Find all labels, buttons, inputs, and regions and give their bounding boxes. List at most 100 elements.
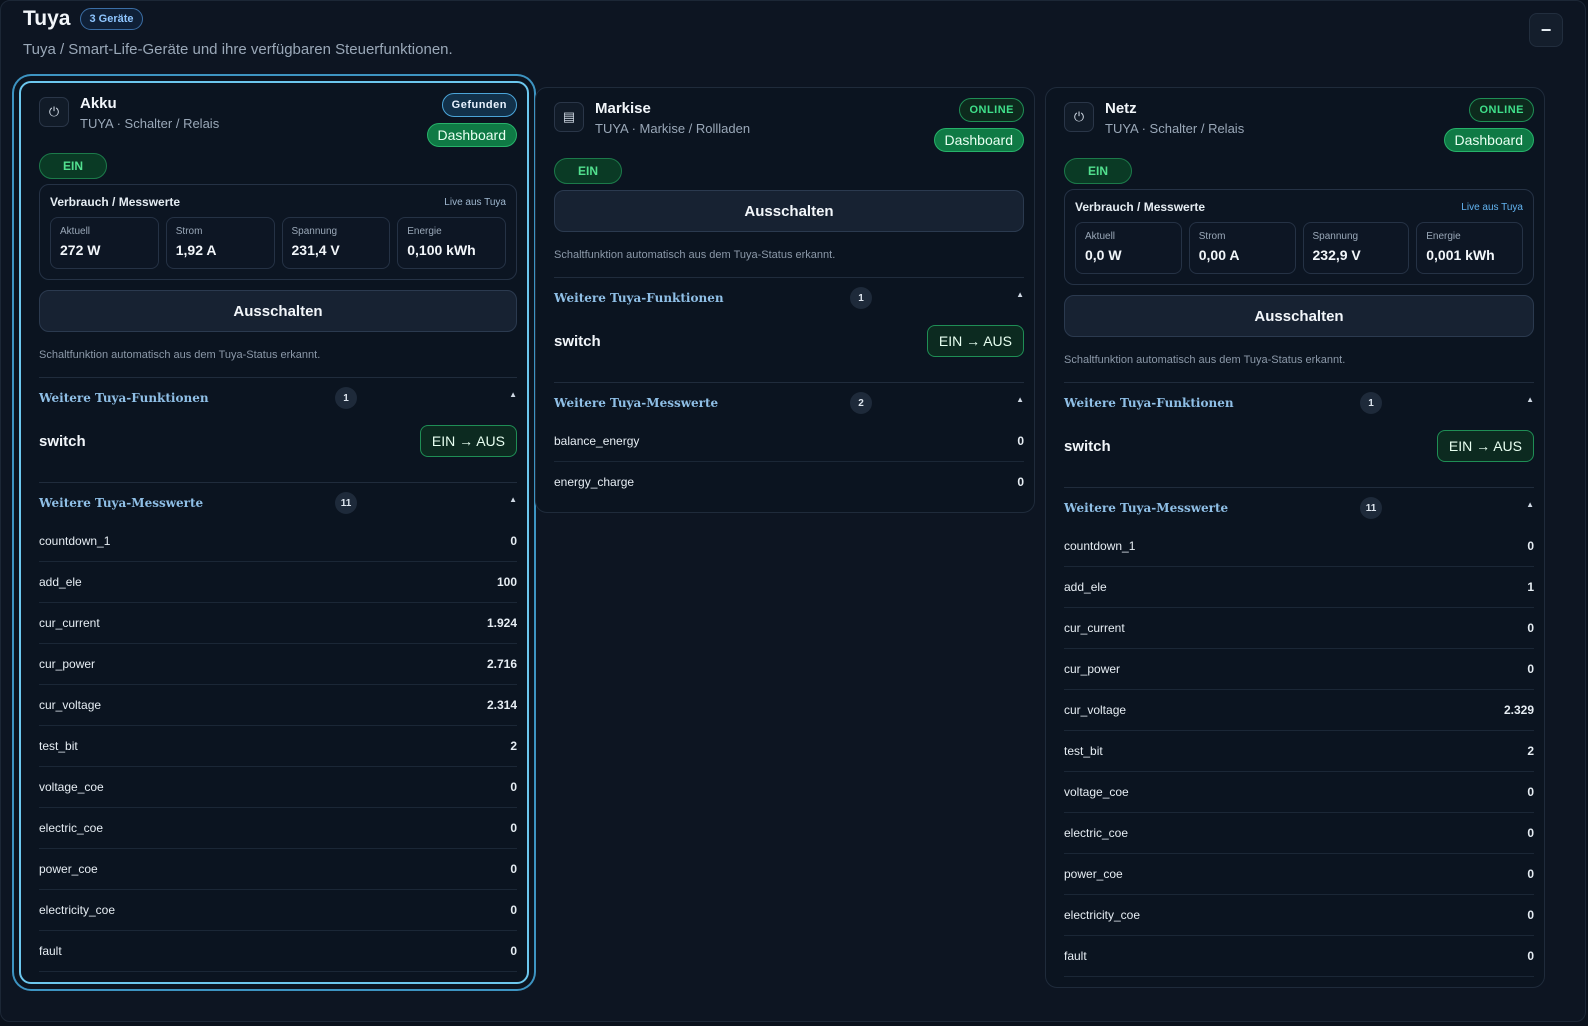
switch-off-button[interactable]: Ausschalten xyxy=(1064,295,1534,337)
value-number: 1.924 xyxy=(486,616,517,630)
value-key: electricity_coe xyxy=(1064,908,1141,922)
meter-label: Energie xyxy=(1426,231,1461,242)
status-badge: ONLINE xyxy=(1469,98,1534,122)
section-title: Weitere Tuya-Messwerte xyxy=(1064,501,1229,515)
list-item: countdown_1 0 xyxy=(1064,526,1534,567)
hint-text: Schaltfunktion automatisch aus dem Tuya-… xyxy=(1064,354,1346,366)
value-number: 0 xyxy=(510,534,517,548)
meter-value: 232,9 V xyxy=(1312,247,1361,263)
function-row: switch EIN → AUS xyxy=(39,416,517,466)
meter-cell-energie: Energie 0,100 kWh xyxy=(397,217,506,269)
value-key: fault xyxy=(1064,949,1087,963)
value-key: cur_voltage xyxy=(39,698,102,712)
meter-value: 0,00 A xyxy=(1198,247,1240,263)
list-item: energy_charge 0 xyxy=(554,462,1024,502)
meter-label: Strom xyxy=(1198,231,1226,242)
chevron-up-icon: ▲ xyxy=(1016,290,1024,299)
list-item: cur_voltage 2.314 xyxy=(39,685,517,726)
list-item: cur_power 2.716 xyxy=(39,644,517,685)
list-item: electricity_coe 0 xyxy=(1064,895,1534,936)
list-item: cur_voltage 2.329 xyxy=(1064,690,1534,731)
list-item: electric_coe 0 xyxy=(1064,813,1534,854)
power-icon: ⏻ xyxy=(39,97,69,127)
list-item: electric_coe 0 xyxy=(39,808,517,849)
list-item: add_ele 100 xyxy=(39,562,517,603)
value-key: test_bit xyxy=(39,739,78,753)
value-key: countdown_1 xyxy=(1064,539,1136,553)
value-key: cur_current xyxy=(1064,621,1125,635)
list-item: countdown_1 0 xyxy=(39,521,517,562)
value-key: cur_voltage xyxy=(1064,703,1127,717)
meter-value: 231,4 V xyxy=(291,242,340,258)
value-number: 0 xyxy=(1527,949,1534,963)
list-item: voltage_coe 0 xyxy=(1064,772,1534,813)
value-number: 1 xyxy=(1527,580,1534,594)
functions-section-toggle[interactable]: Weitere Tuya-Funktionen 1 ▲ xyxy=(39,377,517,409)
tuya-panel: Tuya 3 Geräte Tuya / Smart-Life-Geräte u… xyxy=(0,0,1586,1022)
device-name: Markise xyxy=(595,100,651,117)
device-card-akku[interactable]: ⏻ Akku TUYA · Schalter / Relais Gefunden… xyxy=(19,81,529,984)
meter-value: 1,92 A xyxy=(175,242,217,258)
values-list: balance_energy 0 energy_charge 0 xyxy=(554,421,1024,502)
device-type: TUYA · Schalter / Relais xyxy=(1105,121,1245,136)
dashboard-button[interactable]: Dashboard xyxy=(426,123,517,147)
device-card-netz[interactable]: ⏻ Netz TUYA · Schalter / Relais ONLINE D… xyxy=(1045,87,1545,988)
value-key: cur_power xyxy=(1064,662,1121,676)
value-number: 0 xyxy=(510,780,517,794)
device-name: Netz xyxy=(1105,100,1137,117)
toggle-button[interactable]: EIN → AUS xyxy=(419,425,517,457)
value-key: power_coe xyxy=(1064,867,1123,881)
list-item: test_bit 2 xyxy=(1064,731,1534,772)
values-list: countdown_1 0 add_ele 1 cur_current 0 cur_p… xyxy=(1064,526,1534,977)
function-name: switch xyxy=(39,432,86,450)
value-number: 2 xyxy=(1527,744,1534,758)
switch-off-button[interactable]: Ausschalten xyxy=(39,290,517,332)
section-title: Weitere Tuya-Funktionen xyxy=(39,391,209,405)
chevron-up-icon: ▲ xyxy=(509,495,517,504)
values-section-toggle[interactable]: Weitere Tuya-Messwerte 11 ▲ xyxy=(39,482,517,514)
device-type: TUYA · Markise / Rollladen xyxy=(595,121,751,136)
function-name: switch xyxy=(554,332,601,350)
value-key: add_ele xyxy=(1064,580,1107,594)
chevron-up-icon: ▲ xyxy=(509,390,517,399)
state-pill: EIN xyxy=(554,158,622,184)
section-title: Weitere Tuya-Messwerte xyxy=(39,496,204,510)
value-number: 0 xyxy=(1527,826,1534,840)
value-number: 0 xyxy=(1527,908,1534,922)
value-key: electric_coe xyxy=(1064,826,1129,840)
page-subtitle: Tuya / Smart-Life-Geräte und ihre verfüg… xyxy=(23,41,453,58)
meter-value: 0,0 W xyxy=(1085,247,1122,263)
function-row: switch EIN → AUS xyxy=(554,316,1024,366)
functions-section-toggle[interactable]: Weitere Tuya-Funktionen 1 ▲ xyxy=(1064,382,1534,414)
device-type: TUYA · Schalter / Relais xyxy=(80,116,220,131)
list-item: add_ele 1 xyxy=(1064,567,1534,608)
meter-label: Energie xyxy=(407,226,442,237)
switch-off-button[interactable]: Ausschalten xyxy=(554,190,1024,232)
meter-live-label: Live aus Tuya xyxy=(1461,201,1523,213)
collapse-button[interactable]: − xyxy=(1529,13,1563,47)
list-item: cur_current 0 xyxy=(1064,608,1534,649)
chevron-up-icon: ▲ xyxy=(1016,395,1024,404)
dashboard-button[interactable]: Dashboard xyxy=(933,128,1024,152)
list-item: electricity_coe 0 xyxy=(39,890,517,931)
values-section-toggle[interactable]: Weitere Tuya-Messwerte 2 ▲ xyxy=(554,382,1024,414)
meter-cell-energie: Energie 0,001 kWh xyxy=(1416,222,1523,274)
value-key: add_ele xyxy=(39,575,82,589)
value-number: 0 xyxy=(1527,539,1534,553)
value-key: cur_current xyxy=(39,616,100,630)
section-count: 11 xyxy=(1360,497,1382,519)
value-key: voltage_coe xyxy=(1064,785,1129,799)
meter-cell-aktuell: Aktuell 0,0 W xyxy=(1075,222,1182,274)
value-number: 0 xyxy=(510,862,517,876)
dashboard-button[interactable]: Dashboard xyxy=(1443,128,1534,152)
chevron-up-icon: ▲ xyxy=(1526,395,1534,404)
toggle-button[interactable]: EIN → AUS xyxy=(1436,430,1534,462)
meter-label: Spannung xyxy=(1312,231,1359,242)
values-section-toggle[interactable]: Weitere Tuya-Messwerte 11 ▲ xyxy=(1064,487,1534,519)
toggle-button[interactable]: EIN → AUS xyxy=(926,325,1024,357)
device-count-badge: 3 Geräte xyxy=(80,8,143,30)
value-number: 0 xyxy=(1527,621,1534,635)
functions-section-toggle[interactable]: Weitere Tuya-Funktionen 1 ▲ xyxy=(554,277,1024,309)
device-card-markise[interactable]: ▤ Markise TUYA · Markise / Rollladen ONL… xyxy=(535,87,1035,513)
list-item: power_coe 0 xyxy=(39,849,517,890)
